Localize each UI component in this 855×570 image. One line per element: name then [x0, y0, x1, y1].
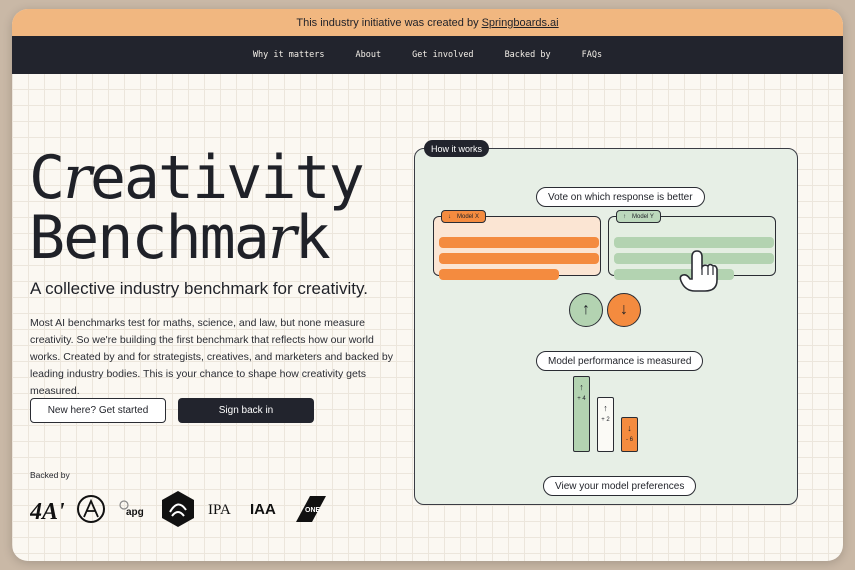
- one-club-logo[interactable]: ONE: [296, 496, 326, 522]
- one-club-logo-text: ONE: [305, 507, 321, 514]
- backed-by-label: Backed by: [30, 470, 70, 480]
- response-bar: [614, 237, 774, 248]
- main-nav: Why it matters About Get involved Backed…: [12, 36, 843, 74]
- ipa-logo-text: IPA: [208, 502, 231, 518]
- score-value: - 6: [625, 437, 633, 443]
- arrow-down-icon: ↓: [448, 213, 451, 220]
- model-x-label: ↓ Model X: [441, 210, 487, 223]
- ipa-logo[interactable]: IPA: [208, 497, 238, 521]
- score-column: ↓ - 6: [621, 417, 638, 452]
- model-y-label: ↑ Model Y: [616, 210, 661, 223]
- nav-item-about[interactable]: About: [356, 50, 382, 60]
- arrow-up-icon: ↑: [623, 213, 626, 220]
- arrow-up-icon: ↑: [579, 382, 584, 392]
- response-bar: [439, 237, 599, 248]
- vote-step-pill: Vote on which response is better: [536, 187, 705, 207]
- banner-link[interactable]: Springboards.ai: [482, 17, 559, 29]
- apg-logo-text: apg: [126, 507, 144, 518]
- response-bar: [439, 253, 599, 264]
- arrow-up-icon: ↑: [603, 403, 608, 413]
- hero-title: Creativity Benchmark: [29, 143, 365, 273]
- how-it-works-tag: How it works: [424, 140, 490, 157]
- response-bar: [439, 269, 559, 280]
- score-column: ↑ + 4: [573, 376, 590, 452]
- hero-subtitle: A collective industry benchmark for crea…: [30, 279, 368, 298]
- nav-item-backed-by[interactable]: Backed by: [505, 50, 551, 60]
- backer-logos: 4A's apg IPA IAA ONE: [30, 490, 326, 528]
- top-banner: This industry initiative was created by …: [12, 9, 843, 36]
- sign-in-button[interactable]: Sign back in: [178, 398, 314, 423]
- nav-item-faqs[interactable]: FAQs: [582, 50, 602, 60]
- score-value: + 2: [601, 417, 610, 423]
- arrow-up-icon: ↑: [582, 301, 590, 318]
- arrow-down-icon: ↓: [620, 301, 628, 318]
- nav-item-get-involved[interactable]: Get involved: [412, 50, 473, 60]
- 4as-logo[interactable]: 4A's: [30, 495, 64, 523]
- banner-text: This industry initiative was created by: [296, 16, 479, 29]
- iaa-logo[interactable]: IAA: [250, 497, 284, 521]
- arrow-down-icon: ↓: [627, 423, 632, 433]
- dad-logo[interactable]: [160, 490, 196, 528]
- apg-logo[interactable]: apg: [118, 497, 148, 521]
- hand-pointer-icon: [679, 250, 718, 292]
- downvote-button[interactable]: ↓: [607, 293, 641, 327]
- upvote-button[interactable]: ↑: [569, 293, 603, 327]
- aa-logo[interactable]: [76, 494, 106, 524]
- nav-item-why[interactable]: Why it matters: [253, 50, 325, 60]
- get-started-button[interactable]: New here? Get started: [30, 398, 166, 423]
- iaa-logo-text: IAA: [250, 501, 276, 518]
- score-value: + 4: [577, 396, 586, 402]
- view-preferences-pill[interactable]: View your model preferences: [543, 476, 697, 496]
- score-column: ↑ + 2: [597, 397, 614, 452]
- hero-description: Most AI benchmarks test for maths, scien…: [30, 317, 394, 397]
- performance-step-pill: Model performance is measured: [536, 351, 704, 371]
- 4as-logo-text: 4A's: [30, 499, 64, 523]
